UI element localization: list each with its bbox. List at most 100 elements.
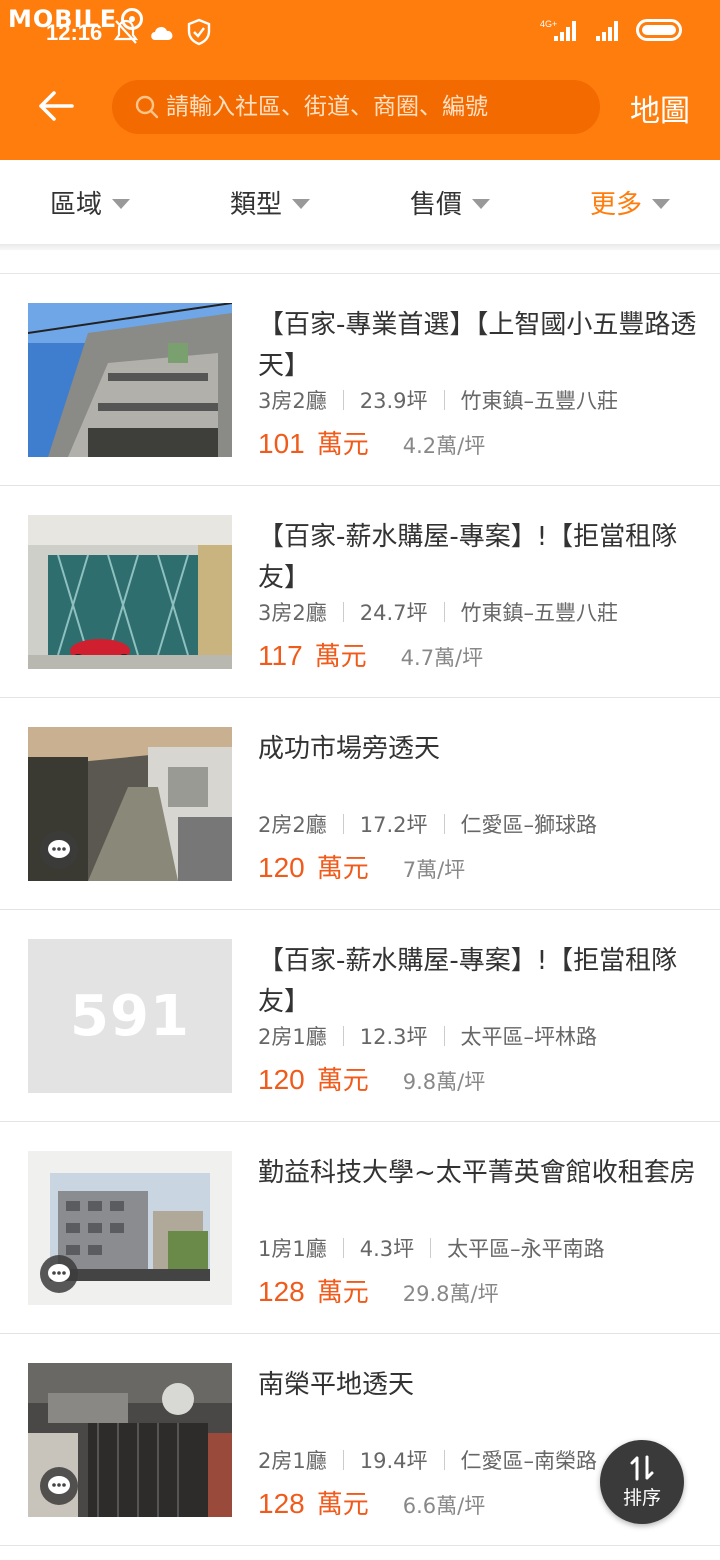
listing-title: 【百家-薪水購屋-專案】!【拒當租隊友】 xyxy=(258,946,678,1017)
status-icons-right: 4G+ xyxy=(540,18,682,42)
meta-divider xyxy=(342,1026,344,1046)
back-button[interactable] xyxy=(34,84,78,128)
signal-icon xyxy=(596,21,618,41)
price-unit: 萬元 xyxy=(316,1278,369,1308)
price-unit: 萬元 xyxy=(316,1490,369,1520)
search-icon xyxy=(135,95,159,119)
listing-photo-placeholder[interactable]: 591 xyxy=(28,939,232,1093)
meta-divider xyxy=(443,602,445,622)
price-per-ping: 4.2萬/坪 xyxy=(402,434,486,458)
listing-rooms: 1房1廳 xyxy=(258,1237,327,1261)
listing-photo[interactable] xyxy=(28,1363,232,1517)
listing-card[interactable]: 【百家-專業首選】【上智國小五豐路透天】 3房2廳 23.9坪 竹東鎮–五豐八莊… xyxy=(0,274,720,486)
filter-region-label: 區域 xyxy=(49,189,102,220)
filter-region[interactable]: 區域 xyxy=(0,160,180,244)
listing-rooms: 2房2廳 xyxy=(258,813,327,837)
listing-area: 19.4坪 xyxy=(359,1449,428,1473)
price-per-ping: 9.8萬/坪 xyxy=(402,1070,486,1094)
listing-price: 120 萬元 9.8萬/坪 xyxy=(258,1060,485,1097)
listing-area: 4.3坪 xyxy=(359,1237,415,1261)
caret-down-icon xyxy=(472,198,490,209)
filter-type[interactable]: 類型 xyxy=(180,160,360,244)
listing-price: 101 萬元 4.2萬/坪 xyxy=(258,424,485,461)
listing-card[interactable]: 成功市場旁透天 2房2廳 17.2坪 仁愛區–獅球路 120 萬元 7萬/坪 xyxy=(0,698,720,910)
sort-button[interactable]: 排序 xyxy=(600,1440,684,1524)
listing-location: 仁愛區–獅球路 xyxy=(460,813,598,837)
price-per-ping: 4.7萬/坪 xyxy=(400,646,484,670)
listing-title: 【百家-專業首選】【上智國小五豐路透天】 xyxy=(258,310,697,381)
price-per-ping: 7萬/坪 xyxy=(402,858,466,882)
network-label: 4G+ xyxy=(540,19,557,29)
price-value: 117 xyxy=(258,640,303,671)
meta-divider xyxy=(443,1026,445,1046)
filter-price-label: 售價 xyxy=(409,189,462,220)
listing-meta: 2房1廳 12.3坪 太平區–坪林路 xyxy=(258,1021,597,1051)
price-unit: 萬元 xyxy=(316,1066,369,1096)
meta-divider xyxy=(443,390,445,410)
building-photo-image xyxy=(28,303,232,457)
listing-price: 117 萬元 4.7萬/坪 xyxy=(258,636,483,673)
filter-more[interactable]: 更多 xyxy=(540,160,720,244)
price-value: 120 xyxy=(258,852,305,883)
listing-meta: 2房1廳 19.4坪 仁愛區–南榮路 xyxy=(258,1445,597,1475)
listing-title: 【百家-薪水購屋-專案】!【拒當租隊友】 xyxy=(258,522,678,593)
cloud-icon xyxy=(151,26,173,40)
bell-muted-icon xyxy=(114,19,138,44)
meta-divider xyxy=(342,602,344,622)
price-value: 128 xyxy=(258,1276,305,1307)
shield-check-icon xyxy=(187,18,211,46)
listing-card[interactable]: 591 【百家-薪水購屋-專案】!【拒當租隊友】 2房1廳 12.3坪 太平區–… xyxy=(0,910,720,1122)
arrow-left-icon xyxy=(39,91,74,121)
chat-bubble-icon[interactable] xyxy=(40,1467,78,1505)
price-per-ping: 6.6萬/坪 xyxy=(402,1494,486,1518)
listing-area: 23.9坪 xyxy=(359,389,428,413)
sort-label: 排序 xyxy=(622,1486,661,1509)
price-value: 101 xyxy=(258,428,305,459)
filter-price[interactable]: 售價 xyxy=(360,160,540,244)
listing-list: 【百家-專業首選】【上智國小五豐路透天】 3房2廳 23.9坪 竹東鎮–五豐八莊… xyxy=(0,274,720,1546)
chat-bubble-icon[interactable] xyxy=(40,1255,78,1293)
meta-divider xyxy=(443,1450,445,1470)
battery-icon xyxy=(636,19,682,41)
search-input[interactable] xyxy=(166,94,586,120)
price-value: 128 xyxy=(258,1488,305,1519)
search-bar[interactable] xyxy=(112,80,600,134)
listing-card[interactable]: 【百家-薪水購屋-專案】!【拒當租隊友】 3房2廳 24.7坪 竹東鎮–五豐八莊… xyxy=(0,486,720,698)
listing-photo[interactable] xyxy=(28,727,232,881)
price-value: 120 xyxy=(258,1064,305,1095)
listing-photo[interactable] xyxy=(28,515,232,669)
status-time: 12:16 xyxy=(46,20,103,45)
filter-bar: 區域 類型 售價 更多 xyxy=(0,160,720,244)
listing-title: 勤益科技大學~太平菁英會館收租套房 xyxy=(258,1158,696,1188)
caret-down-icon xyxy=(292,198,310,209)
listing-price: 128 萬元 6.6萬/坪 xyxy=(258,1484,485,1521)
meta-divider xyxy=(342,390,344,410)
map-button[interactable]: 地圖 xyxy=(630,86,690,130)
price-unit: 萬元 xyxy=(314,642,367,672)
building-photo-image xyxy=(28,515,232,669)
meta-divider xyxy=(342,814,344,834)
listing-rooms: 3房2廳 xyxy=(258,601,327,625)
listing-card[interactable]: 勤益科技大學~太平菁英會館收租套房 1房1廳 4.3坪 太平區–永平南路 128… xyxy=(0,1122,720,1334)
filter-more-label: 更多 xyxy=(589,189,642,220)
listing-photo[interactable] xyxy=(28,303,232,457)
meta-divider xyxy=(443,814,445,834)
listing-location: 仁愛區–南榮路 xyxy=(460,1449,598,1473)
listing-location: 竹東鎮–五豐八莊 xyxy=(460,389,619,413)
listing-rooms: 2房1廳 xyxy=(258,1449,327,1473)
price-unit: 萬元 xyxy=(316,430,369,460)
listing-photo[interactable] xyxy=(28,1151,232,1305)
meta-divider xyxy=(342,1238,344,1258)
app-header: MOBILE 12:16 4G+ 地圖 xyxy=(0,0,720,160)
listing-area: 24.7坪 xyxy=(359,601,428,625)
filter-divider xyxy=(0,244,720,250)
chat-bubble-icon[interactable] xyxy=(40,831,78,869)
listing-price: 120 萬元 7萬/坪 xyxy=(258,848,465,885)
meta-divider xyxy=(430,1238,432,1258)
listing-meta: 1房1廳 4.3坪 太平區–永平南路 xyxy=(258,1233,605,1263)
listing-card[interactable]: 南榮平地透天 2房1廳 19.4坪 仁愛區–南榮路 128 萬元 6.6萬/坪 xyxy=(0,1334,720,1546)
status-icons-left xyxy=(114,18,212,46)
listing-title: 成功市場旁透天 xyxy=(258,734,441,764)
listing-meta: 2房2廳 17.2坪 仁愛區–獅球路 xyxy=(258,809,597,839)
signal-4g-icon: 4G+ xyxy=(540,19,576,41)
